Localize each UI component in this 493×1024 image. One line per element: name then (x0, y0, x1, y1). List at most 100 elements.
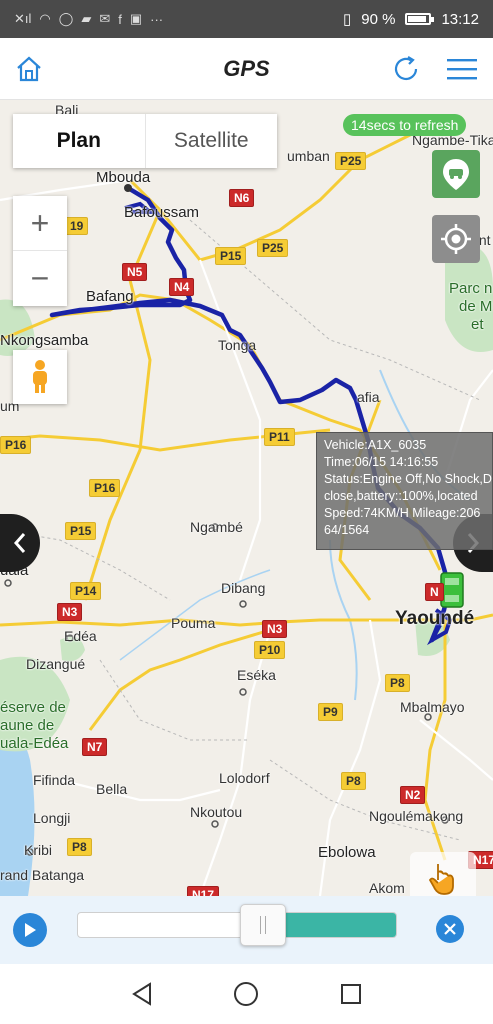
my-location-button[interactable] (432, 215, 480, 263)
satellite-tab[interactable]: Satellite (146, 114, 278, 168)
playback-bar (0, 896, 493, 964)
map-label-kribi: Kribi (24, 842, 53, 858)
system-home-button[interactable] (226, 974, 266, 1014)
mail-icon: ✉ (99, 11, 111, 26)
map-label-dizangue: Dizangué (26, 656, 86, 672)
road-badge-n5: N5 (122, 263, 148, 281)
clock: 13:12 (441, 10, 479, 28)
close-playback-button[interactable] (436, 915, 464, 943)
map-label-parc-3: et (471, 316, 484, 333)
road-badge-p8c: P8 (67, 838, 92, 856)
popup-status-2: close,battery::100%,located (324, 489, 478, 503)
back-button[interactable] (122, 974, 162, 1014)
battery-text: 90 % (361, 10, 396, 28)
refresh-button[interactable] (389, 52, 423, 86)
zoom-in-button[interactable]: + (13, 196, 67, 251)
road-badge-n6: N6 (229, 189, 255, 207)
road-badge-n3: N3 (57, 603, 83, 621)
road-badge-p10: P10 (254, 641, 286, 659)
popup-status: Status:Engine Off,No Shock,D (324, 472, 492, 486)
road-badge-19: 19 (65, 217, 89, 235)
hand-icon (428, 864, 454, 895)
pegman-icon (33, 360, 47, 393)
road-badge-n17b: N17 (187, 886, 220, 896)
menu-button[interactable] (445, 52, 479, 86)
popup-vehicle: Vehicle:A1X_6035 (324, 438, 427, 452)
map-label-mbouda: Mbouda (96, 169, 151, 186)
route-line (49, 185, 451, 643)
map-label-longji: Longji (33, 810, 71, 826)
map-label-tonga: Tonga (218, 337, 257, 353)
map-label-lolodorf: Lolodorf (219, 770, 270, 786)
street-view-button[interactable] (13, 350, 67, 404)
home-button[interactable] (12, 52, 46, 86)
home-circle-icon (234, 982, 259, 1006)
road-badge-p15b: P15 (65, 522, 97, 540)
game-icon: ▰ (81, 11, 92, 26)
map-label-ebolowa: Ebolowa (318, 844, 376, 861)
plan-tab[interactable]: Plan (13, 114, 146, 168)
map-label-pouma: Pouma (171, 615, 216, 631)
popup-time: Time:06/15 14:16:55 (324, 455, 439, 469)
pan-mode-button[interactable] (410, 852, 476, 896)
car-pin-icon (443, 159, 469, 190)
road-badge-p8b: P8 (341, 772, 366, 790)
map-label-fifinda: Fifinda (33, 772, 76, 788)
playback-slider-thumb[interactable] (239, 904, 286, 946)
map-label-yaounde: Yaoundé (395, 608, 475, 629)
status-bar: ✕ıl ◠ ◯ ▰ ✉ f ▣ ··· ▯ 90 % 13:12 (0, 0, 493, 38)
chevron-left-icon (13, 533, 26, 553)
locate-icon (441, 224, 471, 254)
home-icon (17, 56, 41, 82)
map-label-dibang: Dibang (221, 580, 266, 596)
app-header: GPS (0, 38, 493, 100)
play-button[interactable] (13, 913, 47, 947)
road-badge-n1: N (425, 583, 444, 601)
map-label-ngoulemakong: Ngoulémakong (369, 808, 464, 824)
road-badge-p14: P14 (70, 582, 102, 600)
recent-apps-button[interactable] (331, 974, 371, 1014)
gallery-icon: ▣ (129, 11, 143, 26)
map-label-ngambe: Ngambé (190, 519, 243, 535)
map-label-akom: Akom (369, 880, 405, 896)
notification-icons: ✕ıl ◠ ◯ ▰ ✉ f ▣ ··· (14, 11, 163, 27)
whatsapp-icon: ◯ (58, 11, 74, 26)
map-label-reserve-2: aune de (0, 717, 55, 734)
road-badge-n2: N2 (400, 786, 426, 804)
map-label-bafoussam: Bafoussam (124, 204, 200, 221)
map-label-reserve-3: uala-Edéa (0, 735, 69, 752)
road-badge-p8: P8 (385, 674, 410, 692)
road-badge-p15: P15 (215, 247, 247, 265)
page-title: GPS (223, 55, 270, 81)
popup-speed: Speed:74KM/H Mileage:206 (324, 506, 481, 520)
back-icon (132, 982, 152, 1006)
map-label-bafang: Bafang (86, 288, 134, 305)
road-badge-p16b: P16 (89, 479, 121, 497)
vehicle-marker (440, 572, 464, 608)
menu-icon (447, 59, 477, 80)
battery-icon (405, 13, 435, 25)
map-label-eseka: Eséka (237, 667, 276, 683)
map-label-bafia: afia (357, 389, 380, 405)
map-label-nkoutou: Nkoutou (190, 804, 243, 820)
more-icon: ··· (150, 11, 164, 27)
vehicle-location-button[interactable] (432, 150, 480, 198)
road-badge-p16: P16 (0, 436, 32, 454)
map-label-parc: Parc n (449, 280, 493, 297)
map-label-reserve-1: éserve de (0, 699, 66, 716)
zoom-out-button[interactable]: − (13, 251, 67, 306)
road-badge-p9: P9 (318, 703, 343, 721)
playback-track[interactable] (77, 912, 397, 938)
map-label-bella: Bella (96, 781, 128, 797)
system-navigation-bar (0, 964, 493, 1024)
map-label-grand-batanga: rand Batanga (0, 867, 85, 883)
popup-mileage: 64/1564 (324, 523, 370, 537)
map-label-nkongsamba: Nkongsamba (0, 332, 89, 349)
wifi-icon: ◠ (39, 11, 51, 26)
road-badge-p11: P11 (264, 428, 295, 446)
road-badge-p25b: P25 (257, 239, 289, 257)
map-type-toggle: Plan Satellite (13, 114, 277, 168)
play-icon (25, 923, 36, 937)
map-view[interactable]: Bali Mbouda Bafoussam Bafang Nkongsamba … (0, 100, 493, 896)
vibrate-icon: ▯ (342, 11, 352, 28)
